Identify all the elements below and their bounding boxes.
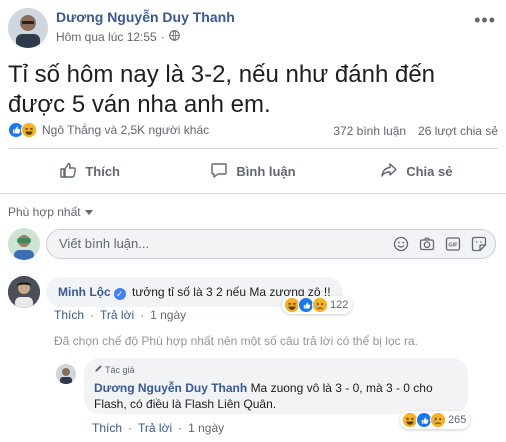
reply-reaction-count: 265 xyxy=(448,414,467,426)
comment-icon xyxy=(210,161,228,182)
sad-reaction-icon xyxy=(312,297,328,313)
comment-input[interactable] xyxy=(59,236,359,251)
comment-composer[interactable]: GIF xyxy=(46,229,496,259)
post-timestamp: Hôm qua lúc 12:55 · xyxy=(56,30,180,44)
comment-sort-dropdown[interactable]: Phù hợp nhất xyxy=(8,205,93,219)
comment-reactions[interactable]: 122 xyxy=(282,296,353,314)
reply-reply-link[interactable]: Trả lời xyxy=(138,421,172,435)
sad-reaction-icon xyxy=(430,412,446,428)
reaction-summary-text[interactable]: Ngô Thắng và 2,5K người khác xyxy=(42,123,209,137)
svg-text:GIF: GIF xyxy=(448,243,458,249)
comment-like-link[interactable]: Thích xyxy=(54,308,84,322)
author-tag-label: Tác giả xyxy=(105,365,135,375)
comment-time[interactable]: 1 ngày xyxy=(150,308,186,322)
comment-reaction-count: 122 xyxy=(330,299,349,311)
divider xyxy=(0,193,506,194)
reaction-summary[interactable]: Ngô Thắng và 2,5K người khác xyxy=(8,122,209,138)
globe-icon xyxy=(168,30,180,44)
emoji-icon[interactable] xyxy=(393,236,409,257)
camera-icon[interactable] xyxy=(419,236,435,257)
thumbs-up-icon xyxy=(59,161,77,182)
comment-label: Bình luận xyxy=(236,163,296,179)
comment-button[interactable]: Bình luận xyxy=(171,149,334,193)
chevron-down-icon xyxy=(84,205,93,219)
post-author-name[interactable]: Dương Nguyễn Duy Thanh xyxy=(56,9,235,25)
like-button[interactable]: Thích xyxy=(8,149,171,193)
filter-notice: Đã chọn chế độ Phù hợp nhất nên một số c… xyxy=(54,334,418,348)
post-text: Tỉ số hôm nay là 3-2, nếu như đánh đến đ… xyxy=(8,61,436,118)
comment-count[interactable]: 372 bình luận xyxy=(333,124,406,138)
share-count[interactable]: 26 lượt chia sẻ xyxy=(418,124,498,138)
comment-meta: Thích · Trả lời · 1 ngày xyxy=(54,308,187,322)
sticker-icon[interactable] xyxy=(471,236,487,257)
post-time[interactable]: Hôm qua lúc 12:55 xyxy=(56,30,157,44)
composer-tools: GIF xyxy=(393,236,487,257)
gif-icon[interactable]: GIF xyxy=(445,236,461,257)
share-label: Chia sẻ xyxy=(406,163,453,179)
post-options-button[interactable]: ••• xyxy=(474,10,496,31)
reply-time[interactable]: 1 ngày xyxy=(188,421,224,435)
author-tag: Tác giả xyxy=(94,362,458,378)
haha-reaction-icon xyxy=(21,122,37,138)
sort-label: Phù hợp nhất xyxy=(8,205,81,219)
verified-icon: ✓ xyxy=(113,288,126,300)
reply-meta: Thích · Trả lời · 1 ngày xyxy=(92,421,225,435)
reply-author-name[interactable]: Dương Nguyễn Duy Thanh xyxy=(94,381,247,395)
pen-icon xyxy=(94,362,103,378)
commenter-name[interactable]: Minh Lộc xyxy=(58,285,111,299)
share-button[interactable]: Chia sẻ xyxy=(335,149,498,193)
post-action-bar: Thích Bình luận Chia sẻ xyxy=(8,149,498,193)
like-label: Thích xyxy=(85,163,120,179)
commenter-avatar[interactable] xyxy=(8,276,40,308)
engagement-counts: 372 bình luận 26 lượt chia sẻ xyxy=(333,124,498,138)
current-user-avatar[interactable] xyxy=(8,228,40,260)
comment-reply-link[interactable]: Trả lời xyxy=(100,308,134,322)
share-icon xyxy=(380,161,398,182)
reply-bubble: Tác giả Dương Nguyễn Duy Thanh Ma zuong … xyxy=(84,358,468,414)
author-avatar[interactable] xyxy=(8,8,48,48)
reply-reactions[interactable]: 265 xyxy=(400,411,471,429)
reply-author-avatar[interactable] xyxy=(56,364,76,384)
reply-like-link[interactable]: Thích xyxy=(92,421,122,435)
